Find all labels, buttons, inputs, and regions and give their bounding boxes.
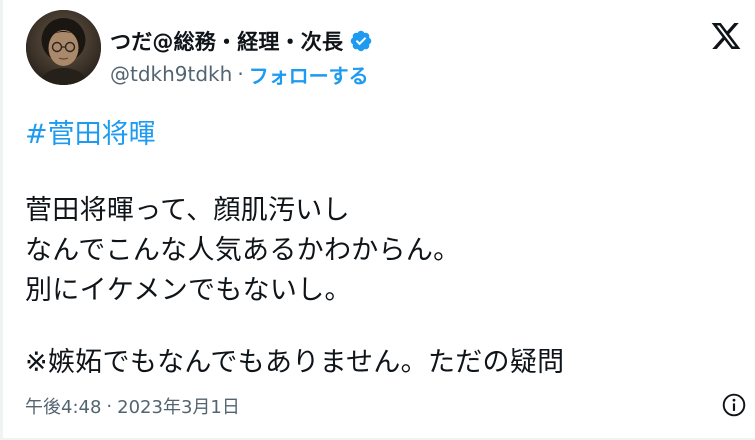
handle-separator: ·: [237, 62, 244, 86]
author-handle[interactable]: @tdkh9tdkh: [110, 62, 232, 86]
author-name-row: つだ@総務・経理・次長: [110, 25, 373, 57]
meta-separator: ·: [106, 395, 113, 417]
x-logo-icon[interactable]: [710, 20, 742, 52]
tweet-metadata: 午後4:48 · 2023年3月1日: [25, 393, 240, 419]
follow-button[interactable]: フォローする: [249, 60, 369, 89]
tweet-time[interactable]: 午後4:48: [25, 393, 101, 419]
tweet-embed: つだ@総務・経理・次長 @tdkh9tdkh · フォローする #菅田将暉 菅田…: [0, 0, 755, 440]
tweet-text-line-3: 別にイケメンでもないし。: [25, 275, 352, 306]
tweet-text-line-2: なんでこんな人気あるかわからん。: [25, 235, 461, 266]
avatar-image: [26, 10, 101, 85]
author-handle-row: @tdkh9tdkh · フォローする: [110, 60, 369, 88]
tweet-text-line-4: ※嫉妬でもなんでもありません。ただの疑問: [25, 347, 565, 378]
info-icon[interactable]: [721, 392, 747, 418]
author-display-name[interactable]: つだ@総務・経理・次長: [110, 26, 343, 56]
verified-badge-icon: [350, 30, 372, 52]
author-avatar[interactable]: [26, 10, 101, 85]
tweet-text-line-1: 菅田将暉って、顔肌汚いし: [25, 195, 350, 226]
hashtag-link[interactable]: #菅田将暉: [25, 112, 156, 151]
tweet-date[interactable]: 2023年3月1日: [117, 393, 240, 419]
